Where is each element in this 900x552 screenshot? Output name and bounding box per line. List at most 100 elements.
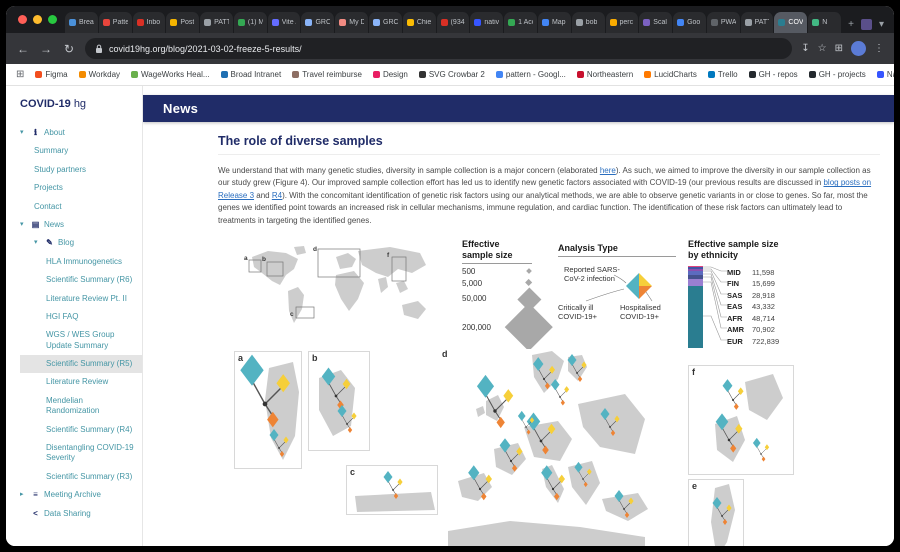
- tab-title: nativ: [484, 19, 500, 26]
- browser-tab[interactable]: Chie: [402, 12, 437, 33]
- bookmark-item[interactable]: NativeScript Playg...: [876, 70, 894, 79]
- link-here[interactable]: here: [600, 166, 616, 175]
- map-panel-d: d: [440, 348, 682, 546]
- ethnicity-code: EUR: [727, 336, 743, 346]
- chevron-down-icon[interactable]: ▾: [20, 128, 27, 137]
- bookmark-item[interactable]: SVG Crowbar 2: [418, 70, 485, 79]
- sidebar-item-label: Mendelian Randomization: [46, 395, 100, 416]
- sidebar-item-blog[interactable]: ▾ ✎ Blog: [20, 234, 142, 252]
- browser-tab[interactable]: 1 Acc: [504, 12, 538, 33]
- tab-favicon-icon: [609, 19, 617, 26]
- sidebar-item-contact[interactable]: Contact: [20, 198, 142, 216]
- bookmark-label: GH - repos: [758, 70, 798, 79]
- profile-avatar[interactable]: [851, 41, 866, 56]
- bookmark-item[interactable]: pattern - Googl...: [495, 70, 566, 79]
- browser-tab[interactable]: N: [808, 12, 842, 33]
- ethnicity-chart: Effective sample size by ethnicity MID 1…: [688, 239, 893, 351]
- browser-tab[interactable]: perc: [605, 12, 640, 33]
- sidebar-item-summary[interactable]: Summary: [20, 142, 142, 160]
- sidebar-post-literature-review-pt-2[interactable]: Literature Review Pt. II: [20, 290, 142, 308]
- sidebar-item-news[interactable]: ▾ ▤ News: [20, 216, 142, 234]
- browser-tab[interactable]: (934: [436, 12, 471, 33]
- bookmark-item[interactable]: GH - repos: [748, 70, 798, 79]
- site-title[interactable]: COVID-19 hg: [20, 98, 142, 110]
- bookmark-item[interactable]: Design: [372, 70, 408, 79]
- sidebar-item-study-partners[interactable]: Study partners: [20, 161, 142, 179]
- forward-icon[interactable]: →: [39, 42, 53, 56]
- bookmark-label: Figma: [45, 70, 68, 79]
- browser-tab[interactable]: My D: [335, 12, 370, 33]
- browser-tab[interactable]: Scal: [639, 12, 674, 33]
- bookmark-star-icon[interactable]: ☆: [818, 43, 827, 54]
- browser-tab[interactable]: GRC: [369, 12, 403, 33]
- sidebar-post-scientific-summary-r4[interactable]: Scientific Summary (R4): [20, 421, 142, 439]
- bookmark-item[interactable]: LucidCharts: [644, 70, 697, 79]
- bookmark-item[interactable]: Workday: [78, 70, 120, 79]
- sidebar-item-about[interactable]: ▾ ℹ About: [20, 124, 142, 142]
- browser-tab[interactable]: Patte: [98, 12, 133, 33]
- browser-tab[interactable]: nativ: [470, 12, 505, 33]
- sidebar-post-mendelian-randomization[interactable]: Mendelian Randomization: [20, 392, 142, 421]
- pinned-window-icon[interactable]: [860, 19, 872, 30]
- panel-label-a: a: [238, 352, 244, 363]
- bookmark-item[interactable]: Northeastern: [576, 70, 633, 79]
- sidebar-item-meeting-archive[interactable]: ▸ ≡ Meeting Archive: [20, 486, 142, 504]
- browser-tab[interactable]: GRC: [301, 12, 336, 33]
- browser-tab[interactable]: Map: [537, 12, 572, 33]
- sidebar-item-data-sharing[interactable]: < Data Sharing: [20, 505, 142, 523]
- bookmark-item[interactable]: GH - projects: [808, 70, 866, 79]
- reload-icon[interactable]: ↻: [62, 42, 76, 56]
- chevron-down-icon[interactable]: ▾: [34, 238, 41, 247]
- sidebar-post-scientific-summary-r3[interactable]: Scientific Summary (R3): [20, 468, 142, 486]
- bookmark-item[interactable]: Figma: [35, 70, 68, 79]
- bookmark-item[interactable]: WageWorks Heal...: [131, 70, 210, 79]
- bookmark-favicon-icon: [707, 71, 715, 78]
- browser-tab[interactable]: bob: [571, 12, 606, 33]
- bookmark-label: SVG Crowbar 2: [428, 70, 485, 79]
- tab-favicon-icon: [778, 19, 786, 26]
- ethnicity-row: MID 11,598: [727, 266, 779, 278]
- back-icon[interactable]: ←: [16, 42, 30, 56]
- browser-tab[interactable]: PATT: [200, 12, 234, 33]
- sidebar-nav: ▾ ℹ About Summary Study partners Project…: [20, 124, 142, 523]
- tab-title: Inbo: [146, 19, 161, 26]
- size-legend: Effective sample size 500 5,000 50,000 2…: [462, 239, 553, 351]
- browser-tab[interactable]: Brea: [65, 12, 99, 33]
- zoom-window-button[interactable]: [48, 15, 57, 24]
- sidebar-post-hla-immunogenetics[interactable]: HLA Immunogenetics: [20, 253, 142, 271]
- tab-search-icon[interactable]: ▾: [879, 19, 884, 30]
- close-window-button[interactable]: [18, 15, 27, 24]
- browser-tab[interactable]: Post: [166, 12, 201, 33]
- sidebar-post-literature-review[interactable]: Literature Review: [20, 373, 142, 391]
- analysis-diamond-icon: [626, 272, 652, 299]
- bookmark-item[interactable]: Broad Intranet: [220, 70, 281, 79]
- browser-tab[interactable]: PWA: [706, 12, 741, 33]
- sidebar-item-projects[interactable]: Projects: [20, 179, 142, 197]
- download-icon[interactable]: ↧: [801, 43, 809, 54]
- bookmark-item[interactable]: Travel reimburse: [292, 70, 362, 79]
- sidebar-item-label: Study partners: [34, 164, 87, 174]
- new-tab-icon[interactable]: +: [848, 19, 854, 30]
- sidebar-post-wgs-wes-group-update[interactable]: WGS / WES Group Update Summary: [20, 326, 142, 355]
- extensions-icon[interactable]: ⊞: [835, 43, 843, 54]
- sidebar-post-disentangling-covid19-severity[interactable]: Disentangling COVID-19 Severity: [20, 439, 142, 468]
- menu-kebab-icon[interactable]: ⋮: [874, 43, 884, 54]
- sidebar-post-hgi-faq[interactable]: HGI FAQ: [20, 308, 142, 326]
- chevron-down-icon[interactable]: ▾: [20, 220, 27, 229]
- browser-tab[interactable]: Inbo: [132, 12, 167, 33]
- browser-tab[interactable]: COVI: [774, 12, 809, 33]
- link-r4[interactable]: R4: [272, 191, 282, 200]
- sidebar-post-scientific-summary-r6[interactable]: Scientific Summary (R6): [20, 271, 142, 289]
- apps-grid-icon[interactable]: ⊞: [16, 69, 24, 80]
- browser-tab[interactable]: PATT: [740, 12, 775, 33]
- browser-tab[interactable]: Goo: [673, 12, 707, 33]
- minimize-window-button[interactable]: [33, 15, 42, 24]
- sidebar-item-label: Meeting Archive: [44, 490, 101, 500]
- address-bar[interactable]: covid19hg.org/blog/2021-03-02-freeze-5-r…: [85, 38, 793, 59]
- tab-title: perc: [619, 19, 634, 26]
- sidebar-post-scientific-summary-r5[interactable]: Scientific Summary (R5): [20, 355, 142, 374]
- bookmark-item[interactable]: Trello: [707, 70, 738, 79]
- browser-tab[interactable]: Vite /: [267, 12, 302, 33]
- chevron-right-icon[interactable]: ▸: [20, 490, 27, 499]
- browser-tab[interactable]: (1) M: [233, 12, 268, 33]
